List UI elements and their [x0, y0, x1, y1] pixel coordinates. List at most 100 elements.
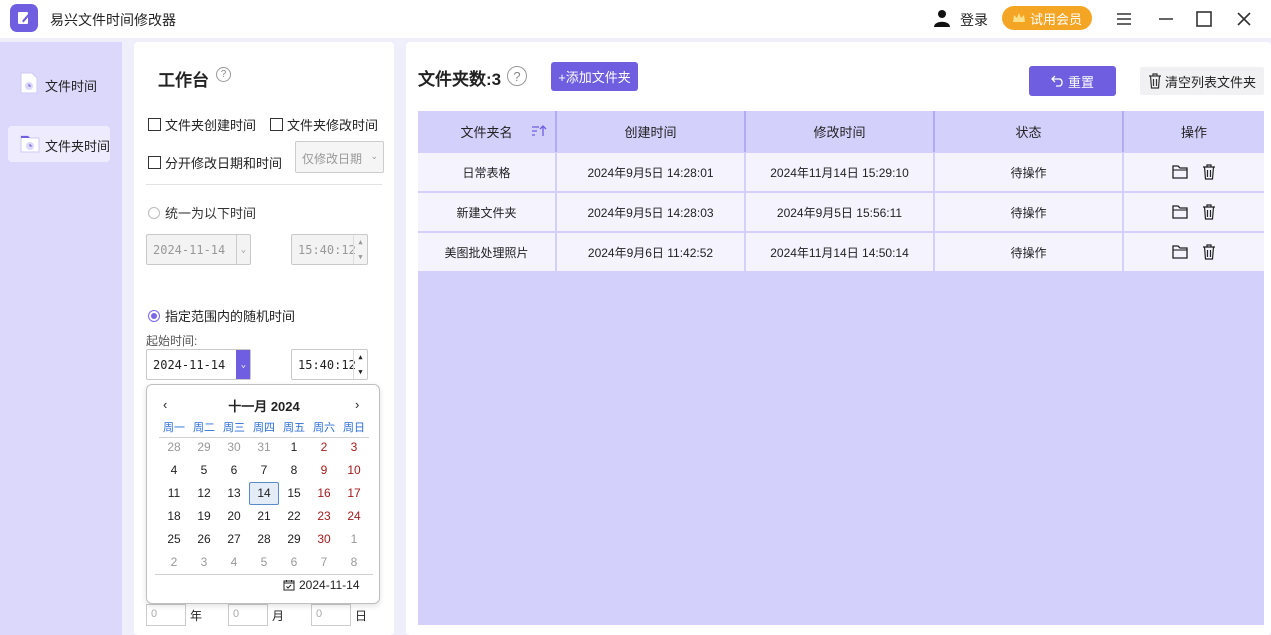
calendar-day[interactable]: 21: [249, 505, 279, 528]
open-folder-icon[interactable]: [1172, 164, 1188, 180]
delete-icon[interactable]: [1202, 244, 1216, 260]
unify-time-input[interactable]: 15:40:12 ▲ ▼: [291, 234, 368, 265]
minimize-icon[interactable]: [1153, 6, 1179, 32]
chevron-down-icon[interactable]: ⌄: [236, 235, 250, 264]
next-month-button[interactable]: ›: [355, 397, 359, 412]
table-row[interactable]: 日常表格 2024年9月5日 14:28:01 2024年11月14日 15:29:…: [418, 153, 1264, 191]
chevron-down-icon[interactable]: ⌄: [236, 350, 250, 379]
calendar-day[interactable]: 1: [279, 436, 309, 459]
calendar-day[interactable]: 20: [219, 505, 249, 528]
help-icon[interactable]: ?: [216, 67, 231, 82]
start-date-input[interactable]: 2024-11-14 ⌄: [146, 349, 251, 380]
radio-dot[interactable]: [148, 309, 160, 322]
calendar-day[interactable]: 7: [249, 459, 279, 482]
sort-icon[interactable]: [531, 124, 547, 141]
offset-value: 0: [316, 608, 323, 620]
calendar-day[interactable]: 12: [189, 482, 219, 505]
calendar-day[interactable]: 28: [249, 528, 279, 551]
date-value: 2024-11-14: [153, 243, 226, 257]
unify-date-input[interactable]: 2024-11-14 ⌄: [146, 234, 251, 265]
calendar-day[interactable]: 6: [279, 551, 309, 574]
calendar-day[interactable]: 8: [339, 551, 369, 574]
modified-time-checkbox[interactable]: 文件夹修改时间: [270, 115, 378, 134]
calendar-day[interactable]: 7: [309, 551, 339, 574]
calendar-day[interactable]: 26: [189, 528, 219, 551]
calendar-day[interactable]: 31: [249, 436, 279, 459]
clear-list-button[interactable]: 清空列表文件夹: [1140, 67, 1264, 95]
calendar-day[interactable]: 29: [189, 436, 219, 459]
calendar-day[interactable]: 8: [279, 459, 309, 482]
help-icon[interactable]: ?: [507, 66, 527, 86]
column-header-created[interactable]: 创建时间: [557, 111, 746, 152]
menu-icon[interactable]: [1111, 6, 1137, 32]
calendar-day[interactable]: 30: [219, 436, 249, 459]
delete-icon[interactable]: [1202, 164, 1216, 180]
calendar-day[interactable]: 3: [189, 551, 219, 574]
table-row[interactable]: 美图批处理照片 2024年9月6日 11:42:52 2024年11月14日 14:…: [418, 233, 1264, 271]
day-offset-input[interactable]: 0: [311, 604, 351, 626]
checkbox-box[interactable]: [270, 118, 283, 131]
split-mode-select[interactable]: 仅修改日期 ⌄: [295, 141, 384, 173]
calendar-month-title[interactable]: 十一月 2024: [147, 396, 381, 415]
calendar-day[interactable]: 29: [279, 528, 309, 551]
calendar-day[interactable]: 9: [309, 459, 339, 482]
calendar-day[interactable]: 24: [339, 505, 369, 528]
reset-button[interactable]: 重置: [1029, 66, 1116, 96]
calendar-day[interactable]: 4: [159, 459, 189, 482]
calendar-day[interactable]: 14: [249, 482, 279, 505]
calendar-day[interactable]: 17: [339, 482, 369, 505]
calendar-week-row: 25 26 27 28 29 30 1: [159, 528, 369, 551]
calendar-day[interactable]: 5: [249, 551, 279, 574]
calendar-day[interactable]: 6: [219, 459, 249, 482]
calendar-day[interactable]: 22: [279, 505, 309, 528]
start-time-input[interactable]: 15:40:12 ▲ ▼: [291, 349, 368, 380]
login-link[interactable]: 登录: [960, 10, 988, 30]
month-offset-input[interactable]: 0: [228, 604, 268, 626]
checkbox-box[interactable]: [148, 156, 161, 169]
calendar-day[interactable]: 15: [279, 482, 309, 505]
calendar-day[interactable]: 11: [159, 482, 189, 505]
time-spinner[interactable]: ▲ ▼: [353, 350, 367, 379]
calendar-day[interactable]: 13: [219, 482, 249, 505]
open-folder-icon[interactable]: [1172, 204, 1188, 220]
calendar-day[interactable]: 5: [189, 459, 219, 482]
calendar-day[interactable]: 18: [159, 505, 189, 528]
maximize-icon[interactable]: [1191, 6, 1217, 32]
random-time-radio[interactable]: 指定范围内的随机时间: [148, 306, 295, 325]
user-icon[interactable]: [933, 9, 951, 27]
calendar-day[interactable]: 3: [339, 436, 369, 459]
open-folder-icon[interactable]: [1172, 244, 1188, 260]
close-icon[interactable]: [1231, 6, 1257, 32]
calendar-day[interactable]: 23: [309, 505, 339, 528]
calendar-day[interactable]: 16: [309, 482, 339, 505]
calendar-day[interactable]: 30: [309, 528, 339, 551]
calendar-day[interactable]: 27: [219, 528, 249, 551]
calendar-day[interactable]: 2: [309, 436, 339, 459]
split-date-time-checkbox[interactable]: 分开修改日期和时间: [148, 153, 282, 172]
calendar-day[interactable]: 28: [159, 436, 189, 459]
calendar-day[interactable]: 1: [339, 528, 369, 551]
today-button[interactable]: 2024-11-14: [283, 578, 360, 592]
app-logo-icon: [10, 4, 38, 32]
calendar-day[interactable]: 10: [339, 459, 369, 482]
add-folder-button[interactable]: +添加文件夹: [551, 62, 638, 91]
time-spinner[interactable]: ▲ ▼: [353, 235, 367, 264]
radio-dot[interactable]: [148, 206, 160, 219]
delete-icon[interactable]: [1202, 204, 1216, 220]
calendar-day[interactable]: 19: [189, 505, 219, 528]
trial-vip-button[interactable]: 试用会员: [1002, 6, 1092, 30]
column-header-status: 状态: [935, 111, 1124, 152]
checkbox-box[interactable]: [148, 118, 161, 131]
unify-time-radio[interactable]: 统一为以下时间: [148, 203, 256, 222]
sidebar-item-folder-time[interactable]: 文件夹时间: [8, 126, 110, 162]
sidebar-item-file-time[interactable]: 文件时间: [8, 66, 110, 102]
calendar-day[interactable]: 25: [159, 528, 189, 551]
column-header-modified[interactable]: 修改时间: [746, 111, 935, 152]
year-offset-input[interactable]: 0: [146, 604, 186, 626]
cell-status: 待操作: [935, 193, 1124, 231]
column-header-name[interactable]: 文件夹名: [418, 111, 557, 152]
calendar-day[interactable]: 4: [219, 551, 249, 574]
created-time-checkbox[interactable]: 文件夹创建时间: [148, 115, 256, 134]
table-row[interactable]: 新建文件夹 2024年9月5日 14:28:03 2024年9月5日 15:56:1…: [418, 193, 1264, 231]
calendar-day[interactable]: 2: [159, 551, 189, 574]
